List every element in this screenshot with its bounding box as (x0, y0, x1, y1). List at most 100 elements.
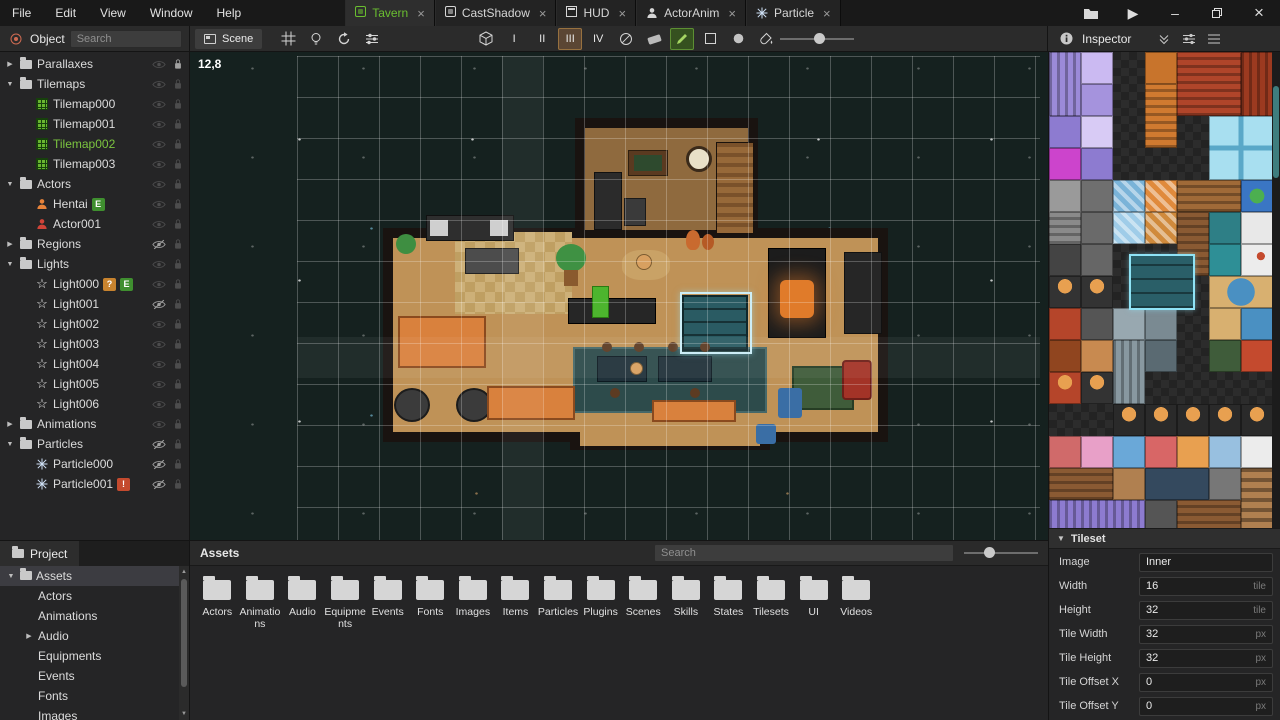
expand-arrow[interactable]: ▶ (5, 420, 15, 428)
scene-zoom-slider[interactable] (780, 29, 854, 49)
tileset-tile[interactable] (1113, 436, 1145, 468)
object-tree-item-tilemap001[interactable]: Tilemap001 (0, 114, 189, 134)
project-tree-item-actors[interactable]: Actors (0, 586, 179, 606)
asset-folder-ui[interactable]: UI (792, 580, 835, 631)
lock-icon[interactable] (170, 138, 186, 150)
minimize-icon[interactable]: – (1154, 0, 1196, 26)
tileset-tile[interactable] (1081, 244, 1113, 276)
rectangle-tool-icon[interactable] (698, 28, 722, 50)
asset-folder-plugins[interactable]: Plugins (579, 580, 622, 631)
property-value-field[interactable]: Inner (1139, 553, 1273, 572)
layer-button-iv[interactable]: IV (586, 28, 610, 50)
scrollbar-thumb[interactable] (181, 579, 187, 687)
tileset-tile[interactable] (1209, 404, 1241, 436)
project-tree-item-assets[interactable]: ▼Assets (0, 566, 179, 586)
eye-icon[interactable] (151, 218, 167, 230)
tileset-tile[interactable] (1081, 340, 1113, 372)
eye-icon[interactable] (151, 318, 167, 330)
tileset-tile[interactable] (1145, 308, 1177, 340)
tileset-tile[interactable] (1241, 308, 1273, 340)
expand-arrow[interactable]: ▶ (5, 240, 15, 248)
object-tree-item-parallaxes[interactable]: ▶Parallaxes (0, 54, 189, 74)
collapse-arrow[interactable]: ▼ (6, 573, 16, 580)
project-tree-item-fonts[interactable]: Fonts (0, 686, 179, 706)
expand-arrow[interactable]: ▶ (5, 60, 15, 68)
menu-help[interactable]: Help (205, 0, 254, 26)
lock-icon[interactable] (170, 458, 186, 470)
tileset-tile[interactable] (1145, 180, 1177, 212)
tileset-tile[interactable] (1049, 148, 1081, 180)
filter-sliders-icon[interactable] (1180, 30, 1198, 48)
tileset-tile[interactable] (1177, 436, 1209, 468)
eraser-icon[interactable] (642, 28, 666, 50)
expand-arrow[interactable]: ▶ (24, 632, 34, 640)
project-tree-item-animations[interactable]: Animations (0, 606, 179, 626)
layer-button-iii[interactable]: III (558, 28, 582, 50)
tileset-tile[interactable] (1049, 436, 1081, 468)
menu-window[interactable]: Window (138, 0, 205, 26)
asset-folder-items[interactable]: Items (494, 580, 537, 631)
tileset-tile[interactable] (1209, 212, 1241, 244)
object-tree-item-tilemap003[interactable]: Tilemap003 (0, 154, 189, 174)
tileset-section-header[interactable]: ▼ Tileset (1049, 528, 1280, 549)
fill-bucket-icon[interactable] (754, 28, 778, 50)
tileset-tile[interactable] (1145, 468, 1209, 500)
project-scrollbar[interactable]: ▲ ▼ (179, 566, 189, 720)
lock-icon[interactable] (170, 118, 186, 130)
layer-button-ii[interactable]: II (530, 28, 554, 50)
asset-folder-equipments[interactable]: Equipments (324, 580, 367, 631)
lock-icon[interactable] (170, 258, 186, 270)
tileset-tile[interactable] (1081, 180, 1113, 212)
tileset-tile[interactable] (1049, 468, 1113, 500)
lock-icon[interactable] (170, 338, 186, 350)
eye-icon[interactable] (151, 258, 167, 270)
menu-edit[interactable]: Edit (43, 0, 88, 26)
tileset-tile[interactable] (1049, 372, 1081, 404)
palette-scrollbar[interactable] (1272, 52, 1280, 528)
lock-icon[interactable] (170, 238, 186, 250)
tileset-tile[interactable] (1081, 148, 1113, 180)
tileset-tile[interactable] (1241, 244, 1273, 276)
assets-search-input[interactable] (654, 544, 954, 562)
object-search-input[interactable] (70, 30, 182, 48)
cube-3d-icon[interactable] (474, 28, 498, 50)
scroll-up-icon[interactable]: ▲ (179, 567, 189, 577)
tileset-tile[interactable] (1145, 500, 1177, 528)
tileset-tile[interactable] (1145, 436, 1177, 468)
property-value-field[interactable]: 32px (1139, 649, 1273, 668)
play-icon[interactable]: ▶ (1112, 0, 1154, 26)
tileset-tile[interactable] (1081, 116, 1113, 148)
object-tree-item-light005[interactable]: ☆Light005 (0, 374, 189, 394)
tab-close-icon[interactable]: × (728, 6, 736, 21)
asset-folder-events[interactable]: Events (366, 580, 409, 631)
tileset-tile[interactable] (1241, 180, 1273, 212)
property-value-field[interactable]: 0px (1139, 697, 1273, 716)
object-tree-item-light006[interactable]: ☆Light006 (0, 394, 189, 414)
assets-zoom-slider[interactable] (964, 543, 1038, 563)
refresh-icon[interactable] (332, 28, 356, 50)
project-tree-item-equipments[interactable]: Equipments (0, 646, 179, 666)
lock-icon[interactable] (170, 78, 186, 90)
slider-thumb[interactable] (984, 547, 995, 558)
collapse-arrow[interactable]: ▼ (5, 261, 15, 268)
tileset-tile[interactable] (1209, 340, 1241, 372)
tileset-tile[interactable] (1113, 308, 1145, 340)
tileset-tile[interactable] (1209, 244, 1241, 276)
pencil-tool-icon[interactable] (670, 28, 694, 50)
grid-toggle-icon[interactable] (276, 28, 300, 50)
object-tree-item-light002[interactable]: ☆Light002 (0, 314, 189, 334)
tileset-tile[interactable] (1145, 340, 1177, 372)
tab-close-icon[interactable]: × (618, 6, 626, 21)
eye-icon[interactable] (151, 278, 167, 290)
asset-folder-images[interactable]: Images (452, 580, 495, 631)
collapse-all-icon[interactable] (1155, 30, 1173, 48)
object-tree-item-light001[interactable]: ☆Light001 (0, 294, 189, 314)
ellipse-tool-icon[interactable] (726, 28, 750, 50)
tileset-tile[interactable] (1049, 308, 1081, 340)
slider-thumb[interactable] (814, 33, 825, 44)
eye-off-icon[interactable] (151, 458, 167, 470)
tileset-tile[interactable] (1049, 180, 1081, 212)
tab-hud[interactable]: HUD× (556, 0, 636, 26)
restore-icon[interactable] (1196, 0, 1238, 26)
layer-button-i[interactable]: I (502, 28, 526, 50)
